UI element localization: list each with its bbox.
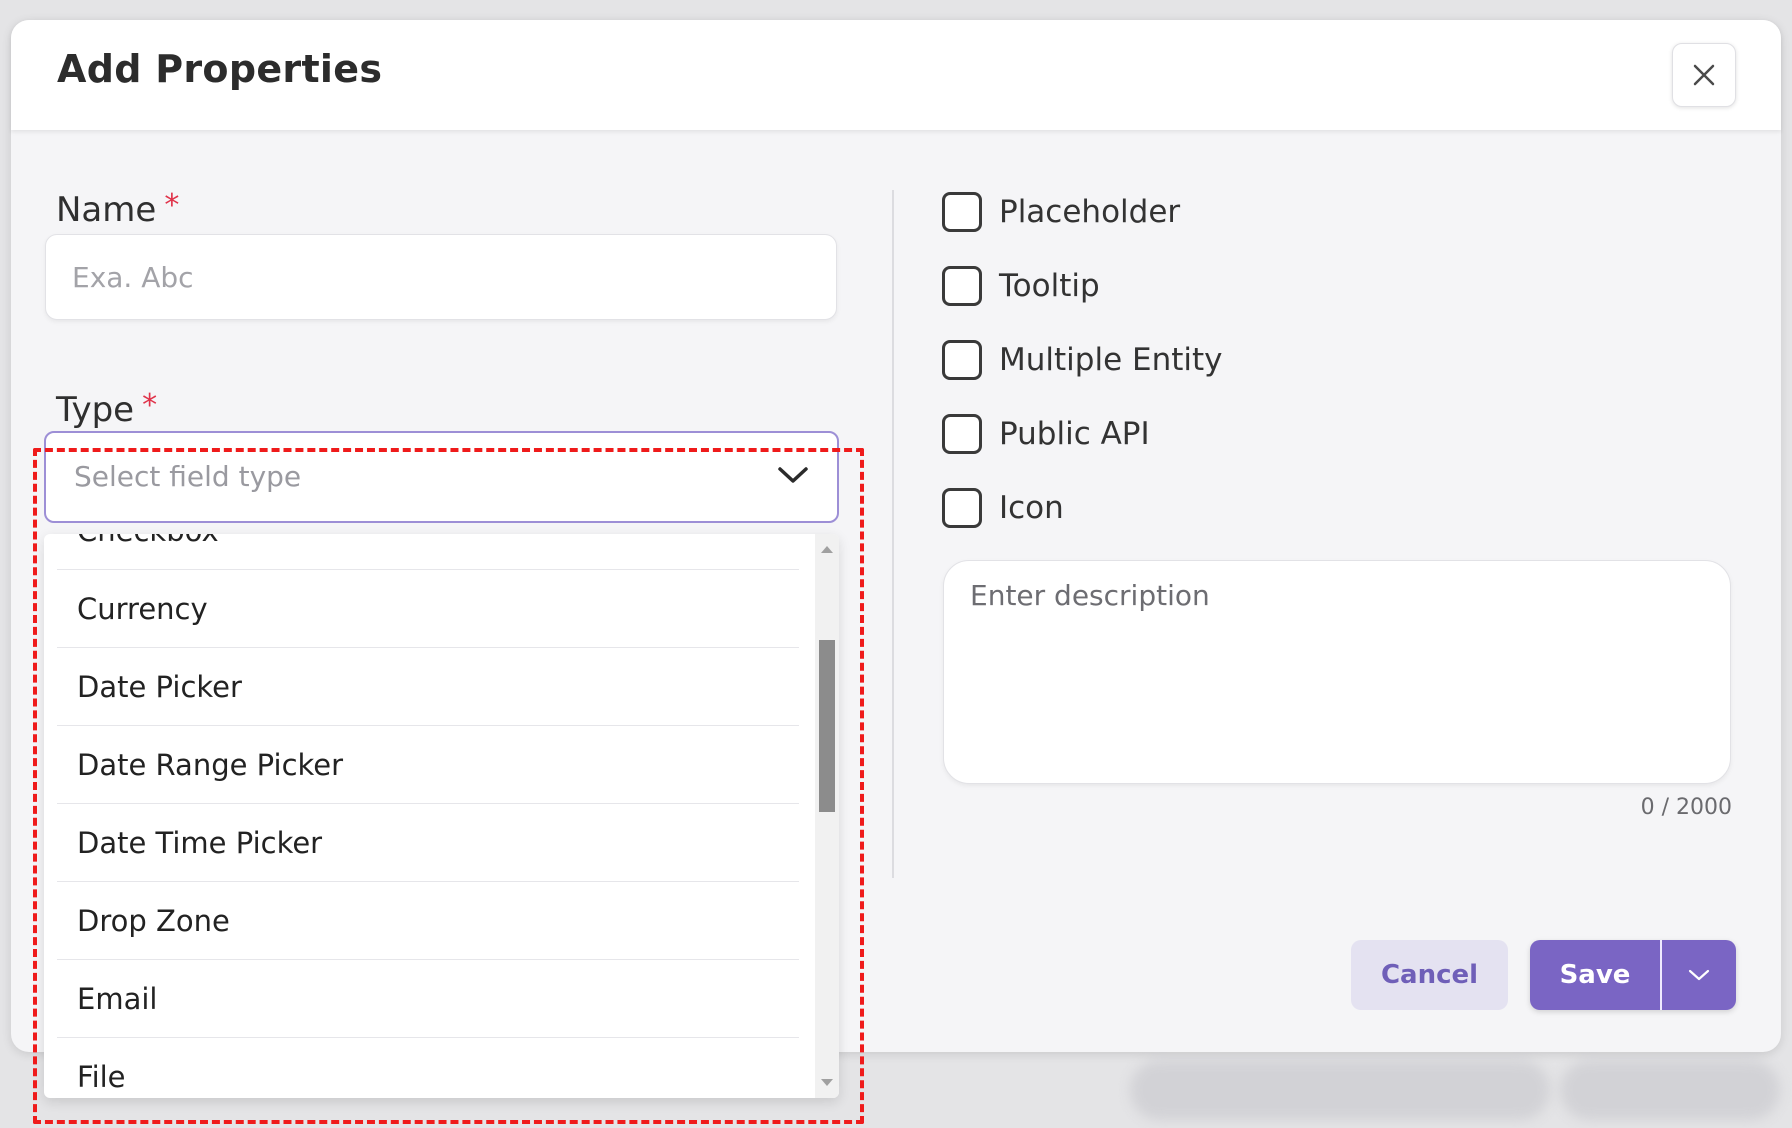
- dropdown-option-file[interactable]: File: [57, 1038, 799, 1098]
- dropdown-option-date-range-picker[interactable]: Date Range Picker: [57, 726, 799, 804]
- modal-header: Add Properties: [11, 20, 1781, 130]
- dropdown-option-currency[interactable]: Currency: [57, 570, 799, 648]
- char-counter: 0 / 2000: [1640, 795, 1732, 820]
- field-type-select[interactable]: Select field type: [44, 431, 839, 523]
- name-input[interactable]: [45, 234, 837, 320]
- checkbox-label: Icon: [999, 490, 1064, 526]
- checkbox-tooltip[interactable]: Tooltip: [942, 266, 1100, 306]
- type-label-text: Type: [56, 390, 135, 430]
- description-textarea[interactable]: [943, 560, 1731, 784]
- checkbox-label: Placeholder: [999, 194, 1181, 230]
- scroll-up-arrow-icon[interactable]: [821, 546, 833, 553]
- dropdown-option-drop-zone[interactable]: Drop Zone: [57, 882, 799, 960]
- name-label: Name *: [56, 188, 180, 230]
- checkbox-multiple-entity[interactable]: Multiple Entity: [942, 340, 1223, 380]
- checkbox-label: Tooltip: [999, 268, 1100, 304]
- chevron-down-icon: [778, 467, 808, 483]
- dropdown-option-date-picker[interactable]: Date Picker: [57, 648, 799, 726]
- dropdown-option-checkbox[interactable]: Checkbox: [57, 534, 799, 570]
- modal-title: Add Properties: [57, 47, 383, 91]
- backdrop: [1560, 1060, 1780, 1120]
- chevron-down-icon: [1688, 969, 1710, 981]
- backdrop: [1130, 1060, 1550, 1120]
- checkbox-public-api[interactable]: Public API: [942, 414, 1150, 454]
- required-mark: *: [142, 388, 158, 423]
- dropdown-option-date-time-picker[interactable]: Date Time Picker: [57, 804, 799, 882]
- dropdown-option-email[interactable]: Email: [57, 960, 799, 1038]
- cancel-button[interactable]: Cancel: [1351, 940, 1508, 1010]
- field-type-dropdown: Checkbox Currency Date Picker Date Range…: [44, 534, 839, 1098]
- checkbox-icon[interactable]: Icon: [942, 488, 1064, 528]
- save-options-button[interactable]: [1662, 940, 1736, 1010]
- type-label: Type *: [56, 388, 158, 430]
- save-button[interactable]: Save: [1530, 940, 1660, 1010]
- checkbox-label: Multiple Entity: [999, 342, 1223, 378]
- checkbox-label: Public API: [999, 416, 1150, 452]
- column-divider: [892, 190, 894, 878]
- dropdown-list: Checkbox Currency Date Picker Date Range…: [44, 534, 816, 1098]
- checkbox-box[interactable]: [942, 192, 982, 232]
- select-placeholder: Select field type: [74, 460, 302, 493]
- checkbox-box[interactable]: [942, 340, 982, 380]
- checkbox-placeholder[interactable]: Placeholder: [942, 192, 1180, 232]
- checkbox-box[interactable]: [942, 414, 982, 454]
- required-mark: *: [164, 188, 180, 223]
- save-button-group: Save: [1530, 940, 1736, 1010]
- scroll-thumb[interactable]: [819, 640, 835, 812]
- close-icon: [1693, 64, 1715, 86]
- dropdown-scrollbar[interactable]: [815, 534, 839, 1098]
- scroll-down-arrow-icon[interactable]: [821, 1079, 833, 1086]
- checkbox-box[interactable]: [942, 266, 982, 306]
- checkbox-box[interactable]: [942, 488, 982, 528]
- name-label-text: Name: [56, 190, 157, 230]
- close-button[interactable]: [1672, 43, 1736, 107]
